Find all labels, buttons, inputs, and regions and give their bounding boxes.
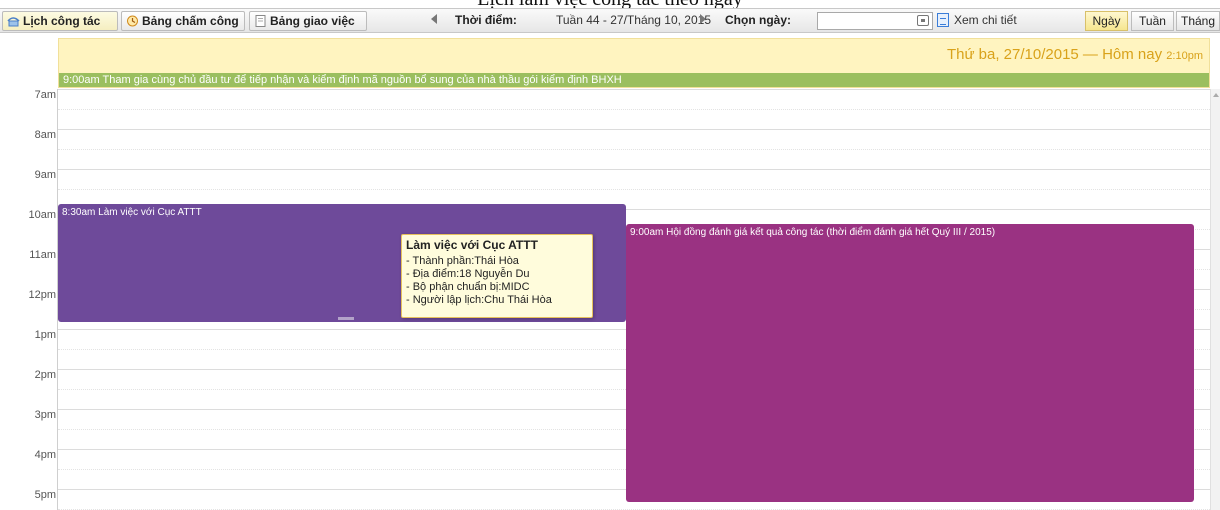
view-month-button[interactable]: Tháng [1176, 11, 1220, 31]
day-header: Thứ ba, 27/10/2015 — Hôm nay 2:10pm [947, 46, 1203, 63]
hour-label: 3pm [34, 409, 56, 421]
document-icon [937, 13, 949, 27]
current-time: 2:10pm [1166, 50, 1203, 62]
hour-label: 8am [34, 129, 56, 141]
all-day-area: Thứ ba, 27/10/2015 — Hôm nay 2:10pm 9:00… [58, 38, 1210, 88]
event-title: 8:30am Làm việc với Cục ATTT [62, 207, 202, 218]
tooltip-line: - Người lập lịch:Chu Thái Hòa [406, 294, 552, 306]
view-detail-link[interactable]: Xem chi tiết [937, 13, 1017, 27]
calendar-picker-icon[interactable] [917, 15, 929, 26]
document-tab-icon [255, 15, 266, 27]
tooltip-line: - Bộ phận chuẩn bị:MIDC [406, 281, 530, 293]
resize-handle[interactable] [338, 317, 354, 320]
timeline: 7am 8am 9am 10am 11am 12pm 1pm 2pm 3pm 4… [0, 89, 1210, 510]
tooltip-title: Làm việc với Cục ATTT [406, 238, 538, 252]
clock-tab-icon [127, 15, 138, 27]
tooltip-line: - Thành phần:Thái Hòa [406, 255, 519, 267]
calendar-page: Lịch làm việc công tác theo ngày Lịch cô… [0, 0, 1220, 510]
event-tooltip: Làm việc với Cục ATTT - Thành phần:Thái … [401, 234, 593, 318]
previous-period-arrow-icon[interactable] [431, 14, 437, 24]
day-calendar: Thứ ba, 27/10/2015 — Hôm nay 2:10pm 9:00… [0, 33, 1220, 510]
scroll-up-arrow-icon[interactable] [1213, 93, 1219, 97]
tab-label: Bảng chấm công [142, 14, 239, 28]
tab-bang-cham-cong[interactable]: Bảng chấm công [121, 11, 245, 31]
period-label: Thời điểm: [455, 13, 517, 27]
vertical-scrollbar[interactable] [1210, 89, 1220, 510]
hour-label: 10am [28, 209, 56, 221]
view-day-button[interactable]: Ngày [1085, 11, 1128, 31]
date-picker-input[interactable] [817, 12, 933, 30]
calendar-tab-icon [7, 17, 20, 27]
tab-lich-cong-tac[interactable]: Lịch công tác [2, 11, 118, 31]
hour-label: 5pm [34, 489, 56, 501]
all-day-event[interactable]: 9:00am Tham gia cùng chủ đầu tư để tiếp … [59, 73, 1209, 87]
tab-bang-giao-viec[interactable]: Bảng giao việc [249, 11, 367, 31]
tab-label: Lịch công tác [23, 14, 101, 28]
view-week-button[interactable]: Tuần [1131, 11, 1174, 31]
next-period-arrow-icon[interactable] [700, 14, 706, 24]
date-picker-label: Chọn ngày: [725, 13, 791, 27]
event-hoi-dong-danh-gia[interactable]: 9:00am Hội đồng đánh giá kết quả công tá… [626, 224, 1194, 502]
hour-label: 7am [34, 89, 56, 101]
hour-row: 9am [0, 169, 1210, 209]
event-title: 9:00am Hội đồng đánh giá kết quả công tá… [630, 227, 996, 238]
hour-label: 11am [29, 249, 56, 261]
hour-row: 8am [0, 129, 1210, 169]
tab-label: Bảng giao việc [270, 14, 355, 28]
hour-label: 2pm [34, 369, 56, 381]
hour-label: 4pm [34, 449, 56, 461]
toolbar: Lịch công tác Bảng chấm công Bảng giao v… [0, 8, 1220, 33]
day-title: Thứ ba, 27/10/2015 — Hôm nay [946, 46, 1163, 63]
page-caption: Lịch làm việc công tác theo ngày [0, 0, 1220, 8]
hour-label: 9am [34, 169, 56, 181]
period-value: Tuần 44 - 27/Tháng 10, 2015 [556, 13, 712, 27]
tooltip-line: - Địa điểm:18 Nguyễn Du [406, 268, 530, 280]
hour-row: 7am [0, 89, 1210, 129]
hour-label: 1pm [34, 329, 56, 341]
hour-label: 12pm [28, 289, 56, 301]
view-detail-label: Xem chi tiết [954, 13, 1017, 27]
